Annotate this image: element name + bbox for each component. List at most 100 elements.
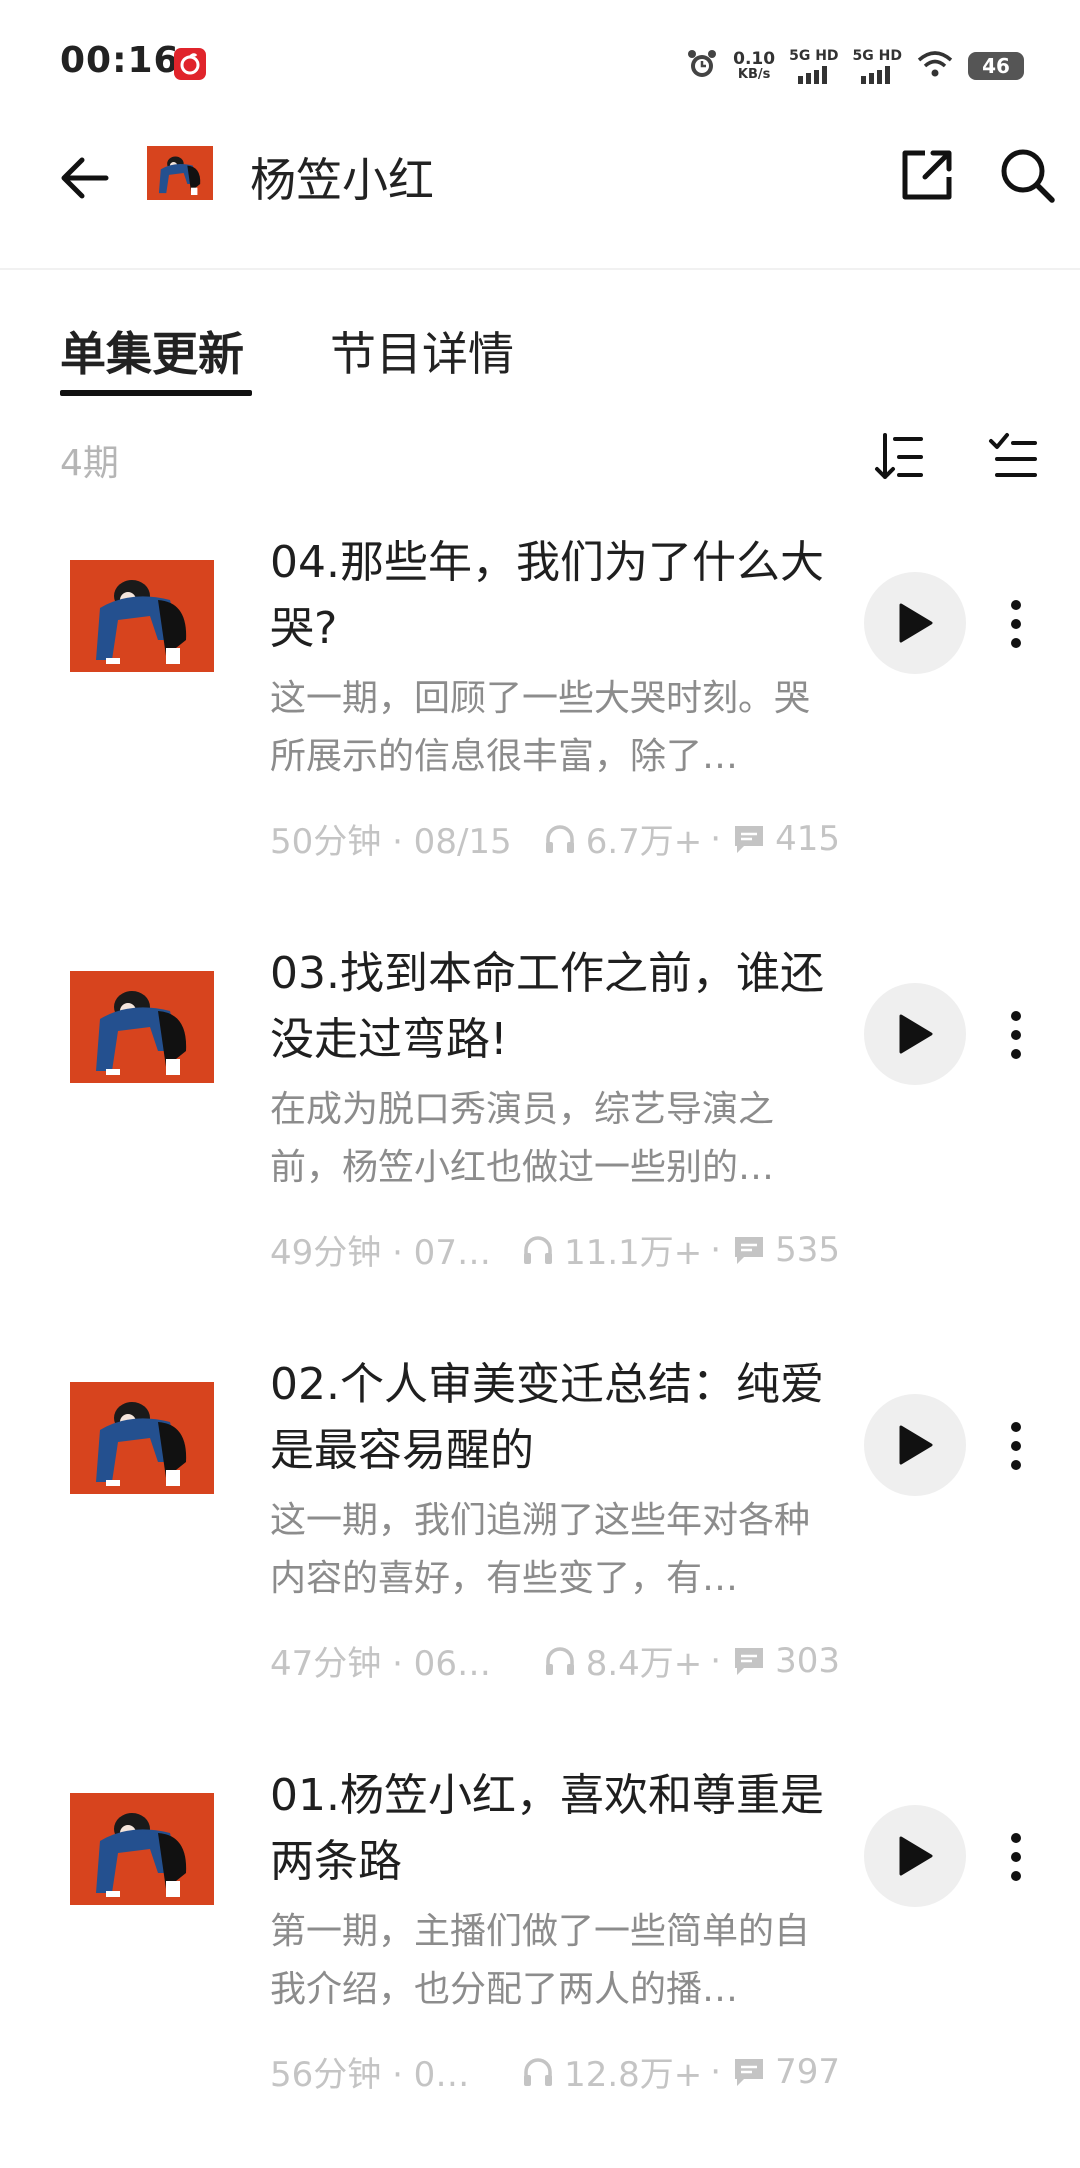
play-count: 12.8万+ — [564, 2055, 703, 2095]
episode-cover — [70, 560, 214, 672]
status-bar: 00:16 0.10 KB/s 5G HD 5G HD 46 — [0, 0, 1080, 130]
network-speed-value: 0.10 — [733, 49, 776, 69]
headphones-icon — [540, 1641, 580, 1681]
play-icon — [899, 1014, 933, 1054]
more-options-button[interactable] — [998, 999, 1034, 1071]
play-button[interactable] — [864, 572, 966, 674]
episode-meta: 47分钟 · 06… 8.4万+ · 303 — [270, 1636, 840, 1686]
comment-count: 797 — [775, 2051, 840, 2092]
play-icon — [899, 603, 933, 643]
more-vertical-icon — [1011, 600, 1021, 648]
signal-1: 5G HD — [789, 48, 839, 84]
headphones-icon — [518, 1230, 558, 1270]
episode-description: 在成为脱口秀演员，综艺导演之前，杨笠小红也做过一些别的… — [270, 1089, 775, 1188]
episode-stats: 12.8万+ · 797 — [518, 2047, 840, 2096]
tab-episodes[interactable]: 单集更新 — [60, 318, 244, 398]
more-options-button[interactable] — [998, 1410, 1034, 1482]
more-vertical-icon — [1011, 1422, 1021, 1470]
episode-title: 04.那些年，我们为了什么大哭? — [270, 537, 824, 654]
more-vertical-icon — [1011, 1833, 1021, 1881]
comment-icon — [729, 1641, 769, 1681]
more-options-button[interactable] — [998, 588, 1034, 660]
active-tab-indicator — [60, 390, 252, 396]
episode-duration-date: 50分钟 · 08/15 — [270, 822, 512, 862]
episode-stats: 11.1万+ · 535 — [518, 1225, 840, 1274]
signal-bars-icon — [861, 66, 891, 84]
play-icon — [899, 1425, 933, 1465]
status-right-group: 0.10 KB/s 5G HD 5G HD 46 — [685, 44, 1024, 88]
comment-icon — [729, 2052, 769, 2092]
alarm-icon — [685, 47, 719, 85]
wifi-icon — [916, 49, 954, 83]
tab-program-details[interactable]: 节目详情 — [330, 318, 514, 398]
episode-item[interactable]: 03.找到本命工作之前，谁还没走过弯路! 在成为脱口秀演员，综艺导演之前，杨笠小… — [0, 941, 1080, 1351]
comment-count: 415 — [775, 818, 840, 859]
separator-dot: · — [710, 1229, 722, 1270]
search-button[interactable] — [994, 142, 1060, 208]
episode-duration-date: 47分钟 · 06… — [270, 1644, 491, 1684]
episode-meta: 49分钟 · 07… 11.1万+ · 535 — [270, 1225, 840, 1275]
separator-dot: · — [710, 1640, 722, 1681]
person-illustration-icon — [96, 1402, 187, 1486]
sort-button[interactable] — [866, 424, 932, 490]
headphones-icon — [518, 2052, 558, 2092]
comment-icon — [729, 819, 769, 859]
podcast-cover-thumbnail — [147, 146, 213, 200]
episode-item[interactable]: 02.个人审美变迁总结：纯爱是最容易醒的 这一期，我们追溯了这些年对各种内容的喜… — [0, 1352, 1080, 1762]
episode-meta: 50分钟 · 08/15 6.7万+ · 415 — [270, 814, 840, 864]
episode-title: 01.杨笠小红，喜欢和尊重是两条路 — [270, 1770, 824, 1887]
headphones-icon — [540, 819, 580, 859]
back-button[interactable] — [52, 146, 116, 210]
episode-item[interactable]: 04.那些年，我们为了什么大哭? 这一期，回顾了一些大哭时刻。哭所展示的信息很丰… — [0, 530, 1080, 940]
episode-duration-date: 49分钟 · 07… — [270, 1233, 491, 1273]
tab-bar: 单集更新 节目详情 — [0, 318, 1080, 398]
episode-count: 4期 — [60, 443, 119, 484]
episode-cover — [70, 1382, 214, 1494]
play-button[interactable] — [864, 1805, 966, 1907]
episode-duration-date: 56分钟 · 0… — [270, 2055, 470, 2095]
play-count: 6.7万+ — [585, 822, 703, 862]
person-illustration-icon — [96, 991, 187, 1075]
search-icon — [1001, 149, 1055, 203]
network-speed-unit: KB/s — [737, 67, 771, 82]
play-count: 8.4万+ — [585, 1644, 703, 1684]
episode-title: 02.个人审美变迁总结：纯爱是最容易醒的 — [270, 1359, 824, 1476]
play-count: 11.1万+ — [564, 1233, 703, 1273]
signal-1-label: 5G HD — [789, 48, 839, 64]
episode-cover — [70, 971, 214, 1083]
status-time: 00:16 — [60, 40, 180, 81]
episode-cover — [70, 1793, 214, 1905]
more-options-button[interactable] — [998, 1821, 1034, 1893]
episode-stats: 6.7万+ · 415 — [540, 814, 840, 863]
comment-count: 535 — [775, 1229, 840, 1270]
episode-item[interactable]: 01.杨笠小红，喜欢和尊重是两条路 第一期，主播们做了一些简单的自我介绍，也分配… — [0, 1763, 1080, 2168]
multi-select-button[interactable] — [980, 424, 1046, 490]
more-vertical-icon — [1011, 1011, 1021, 1059]
separator-dot: · — [710, 818, 722, 859]
battery-indicator: 46 — [968, 52, 1024, 80]
episode-meta: 56分钟 · 0… 12.8万+ · 797 — [270, 2047, 840, 2097]
signal-2-label: 5G HD — [852, 48, 902, 64]
episode-description: 第一期，主播们做了一些简单的自我介绍，也分配了两人的播… — [270, 1911, 811, 2010]
checklist-icon — [989, 433, 1037, 477]
signal-2: 5G HD — [853, 48, 902, 84]
episode-description: 这一期，我们追溯了这些年对各种内容的喜好，有些变了，有… — [270, 1500, 811, 1599]
share-icon — [902, 150, 952, 200]
person-illustration-icon — [96, 580, 187, 664]
page-title: 杨笠小红 — [250, 153, 434, 207]
episode-stats: 8.4万+ · 303 — [540, 1636, 840, 1685]
comment-icon — [729, 1230, 769, 1270]
person-illustration-icon — [96, 1813, 187, 1897]
separator-dot: · — [710, 2051, 722, 2092]
signal-bars-icon — [797, 66, 827, 84]
person-illustration-icon — [158, 156, 201, 195]
episode-description: 这一期，回顾了一些大哭时刻。哭所展示的信息很丰富，除了… — [270, 678, 811, 777]
network-speed: 0.10 KB/s — [733, 50, 775, 82]
play-icon — [899, 1836, 933, 1876]
episode-title: 03.找到本命工作之前，谁还没走过弯路! — [270, 948, 824, 1065]
arrow-left-icon — [61, 157, 109, 199]
top-bar: 杨笠小红 — [0, 130, 1080, 270]
play-button[interactable] — [864, 1394, 966, 1496]
play-button[interactable] — [864, 983, 966, 1085]
share-button[interactable] — [894, 142, 960, 208]
